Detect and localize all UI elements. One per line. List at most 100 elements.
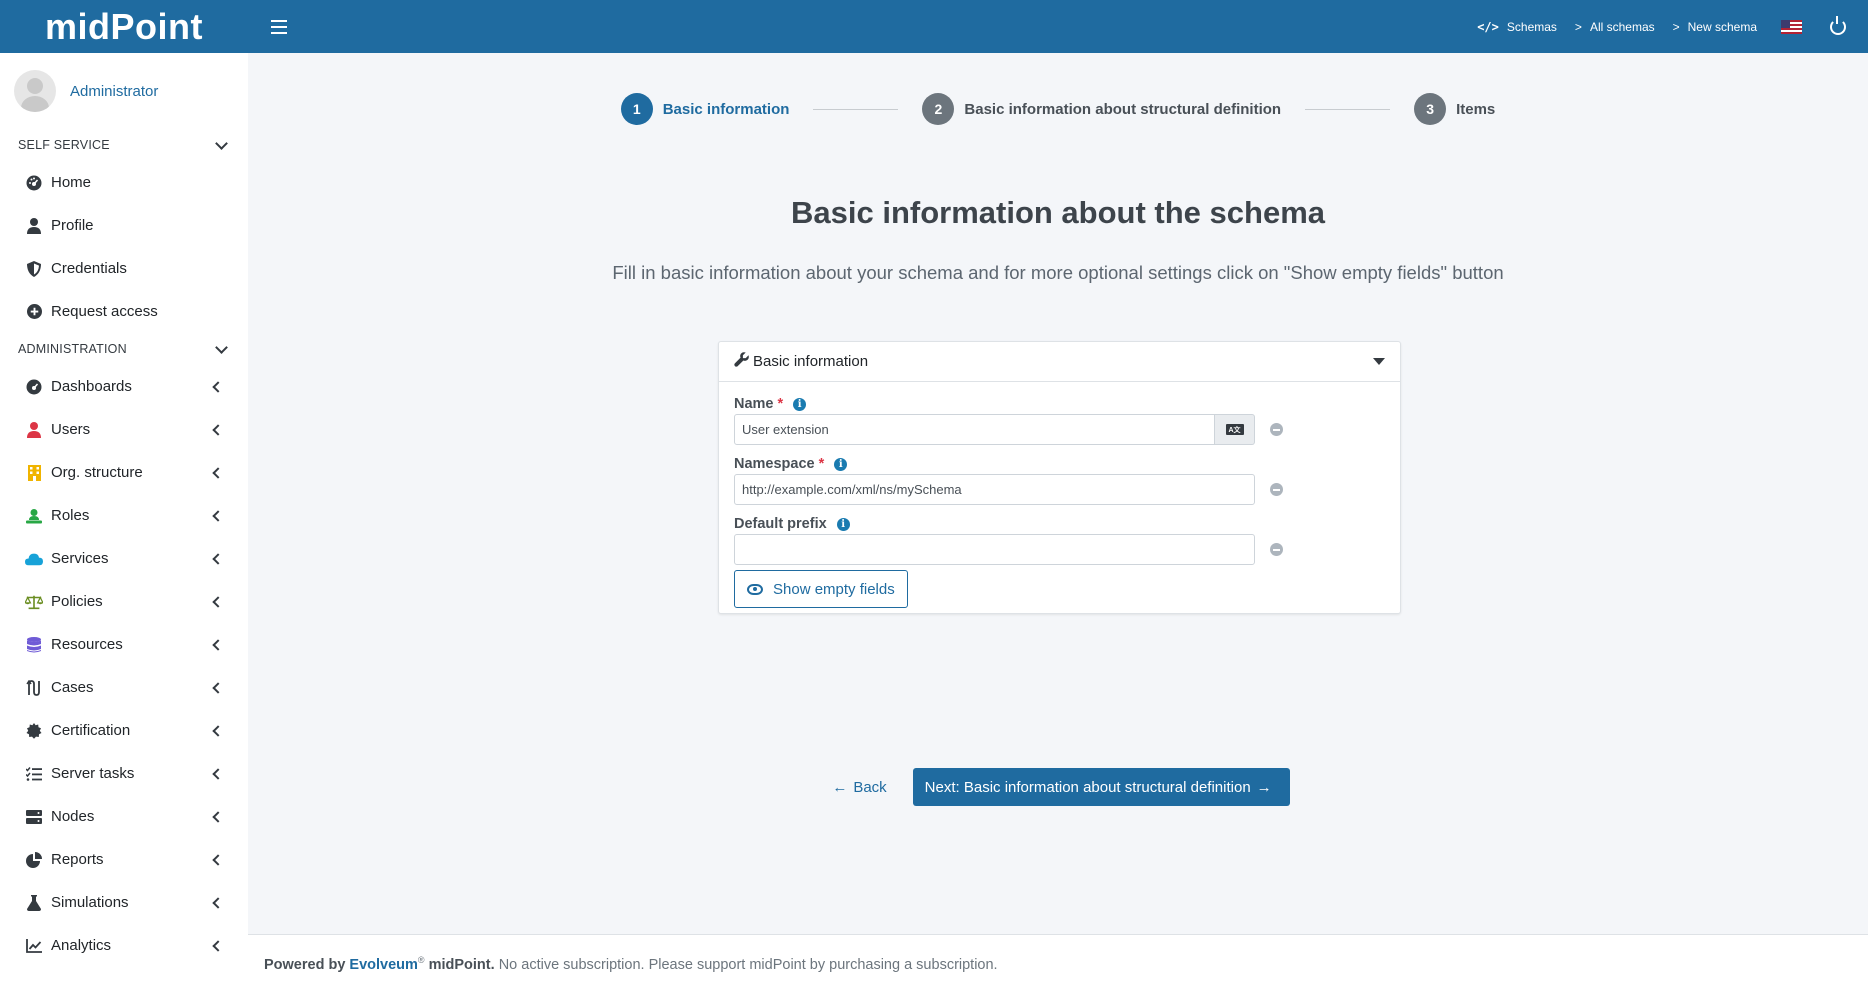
database-icon <box>25 636 43 654</box>
sidebar-item-users[interactable]: Users <box>0 408 248 451</box>
back-button[interactable]: ← Back <box>826 779 886 796</box>
breadcrumb-label: Schemas <box>1506 19 1557 34</box>
breadcrumb-all-schemas[interactable]: > All schemas <box>1575 20 1655 34</box>
section-label: SELF SERVICE <box>18 138 110 152</box>
translate-button[interactable]: A文 <box>1215 414 1255 445</box>
sidebar-item-credentials[interactable]: Credentials <box>0 247 248 290</box>
remove-icon[interactable] <box>1270 543 1283 556</box>
namespace-input[interactable] <box>734 474 1255 505</box>
section-self-service[interactable]: SELF SERVICE <box>0 129 248 161</box>
user-panel[interactable]: Administrator <box>0 53 248 129</box>
sidebar-item-nodes[interactable]: Nodes <box>0 795 248 838</box>
sidebar: Administrator SELF SERVICE Home Profile … <box>0 53 248 988</box>
menu-toggle-icon[interactable] <box>271 16 287 36</box>
sidebar-item-analytics[interactable]: Analytics <box>0 924 248 967</box>
arrow-left-icon: ← <box>832 778 848 796</box>
input-row <box>734 534 1283 565</box>
required-marker: * <box>818 456 825 472</box>
us-flag-icon[interactable] <box>1781 19 1802 34</box>
breadcrumb-new-schema: > New schema <box>1673 20 1757 34</box>
caret-down-icon[interactable] <box>1373 358 1385 365</box>
sidebar-item-roles[interactable]: Roles <box>0 494 248 537</box>
next-button[interactable]: Next: Basic information about structural… <box>912 768 1290 806</box>
chevron-left-icon <box>212 724 224 737</box>
sidebar-item-dashboards[interactable]: Dashboards <box>0 365 248 408</box>
midpoint-logo[interactable]: midPoint <box>0 0 248 53</box>
role-icon <box>25 507 43 525</box>
section-label: ADMINISTRATION <box>18 342 127 356</box>
remove-icon[interactable] <box>1270 483 1283 496</box>
step-connector <box>1305 108 1391 110</box>
step-number: 1 <box>620 93 653 125</box>
default-prefix-input[interactable] <box>734 534 1255 565</box>
chevron-left-icon <box>212 595 224 608</box>
breadcrumb-separator: > <box>1574 19 1582 34</box>
sidebar-item-simulations[interactable]: Simulations <box>0 881 248 924</box>
breadcrumb-separator: > <box>1672 19 1680 34</box>
show-empty-wrap: Show empty fields <box>734 570 908 608</box>
sidebar-item-policies[interactable]: Policies <box>0 580 248 623</box>
user-icon <box>25 421 43 439</box>
panel-header[interactable]: Basic information <box>719 342 1400 382</box>
chevron-left-icon <box>212 552 224 565</box>
input-row: A文 <box>734 414 1283 445</box>
user-icon <box>25 217 43 235</box>
info-icon[interactable]: i <box>836 517 850 531</box>
cloud-icon <box>25 550 43 568</box>
footer-powered: Powered by <box>264 956 346 973</box>
sidebar-item-label: Users <box>51 421 91 438</box>
scale-icon <box>25 593 43 611</box>
default-prefix-label: Default prefix <box>734 516 827 532</box>
default-prefix-field: Default prefix i <box>734 514 1283 565</box>
field-label: Name * i <box>734 394 1283 414</box>
sidebar-item-label: Dashboards <box>51 378 132 395</box>
user-name[interactable]: Administrator <box>70 83 158 100</box>
required-marker: * <box>777 396 784 412</box>
shield-icon <box>25 260 43 278</box>
eye-icon <box>747 583 763 595</box>
chevron-left-icon <box>212 423 224 436</box>
footer-product: midPoint. <box>428 956 495 973</box>
info-icon[interactable]: i <box>793 397 807 411</box>
certificate-icon <box>25 722 43 740</box>
plus-circle-icon <box>25 303 43 321</box>
chart-line-icon <box>25 937 43 955</box>
sidebar-item-home[interactable]: Home <box>0 161 248 204</box>
registered-mark: ® <box>417 955 425 965</box>
sidebar-item-org-structure[interactable]: Org. structure <box>0 451 248 494</box>
sidebar-item-resources[interactable]: Resources <box>0 623 248 666</box>
breadcrumb-label: New schema <box>1687 19 1757 34</box>
input-row <box>734 474 1283 505</box>
sidebar-item-label: Reports <box>51 851 104 868</box>
sidebar-item-label: Simulations <box>51 894 129 911</box>
namespace-label: Namespace <box>734 456 815 472</box>
sidebar-item-reports[interactable]: Reports <box>0 838 248 881</box>
sidebar-item-certification[interactable]: Certification <box>0 709 248 752</box>
step-label: Basic information about structural defin… <box>964 100 1282 118</box>
breadcrumb-schemas[interactable]: </> Schemas <box>1477 20 1557 34</box>
sidebar-item-server-tasks[interactable]: Server tasks <box>0 752 248 795</box>
sidebar-item-profile[interactable]: Profile <box>0 204 248 247</box>
sidebar-item-label: Resources <box>51 636 123 653</box>
sidebar-item-services[interactable]: Services <box>0 537 248 580</box>
evolveum-link[interactable]: Evolveum <box>349 957 418 973</box>
name-input[interactable] <box>734 414 1215 445</box>
remove-icon[interactable] <box>1270 423 1283 436</box>
sidebar-item-label: Services <box>51 550 109 567</box>
info-icon[interactable]: i <box>834 457 848 471</box>
sidebar-item-cases[interactable]: Cases <box>0 666 248 709</box>
button-label: Next: Basic information about structural… <box>924 778 1251 796</box>
power-icon[interactable] <box>1830 15 1846 35</box>
basic-information-panel: Basic information Name * i A文 Namespace … <box>718 341 1401 614</box>
button-label: Show empty fields <box>773 580 895 598</box>
wizard-step-1[interactable]: 1 Basic information <box>620 93 789 125</box>
top-navbar: midPoint </> Schemas > All schemas > New… <box>0 0 1868 53</box>
wizard-step-3[interactable]: 3 Items <box>1414 93 1495 125</box>
show-empty-fields-button[interactable]: Show empty fields <box>734 570 908 608</box>
building-icon <box>25 464 43 482</box>
sidebar-item-request-access[interactable]: Request access <box>0 290 248 333</box>
section-administration[interactable]: ADMINISTRATION <box>0 333 248 365</box>
name-label: Name <box>734 396 774 412</box>
chevron-left-icon <box>212 466 224 479</box>
wizard-step-2[interactable]: 2 Basic information about structural def… <box>922 93 1281 125</box>
